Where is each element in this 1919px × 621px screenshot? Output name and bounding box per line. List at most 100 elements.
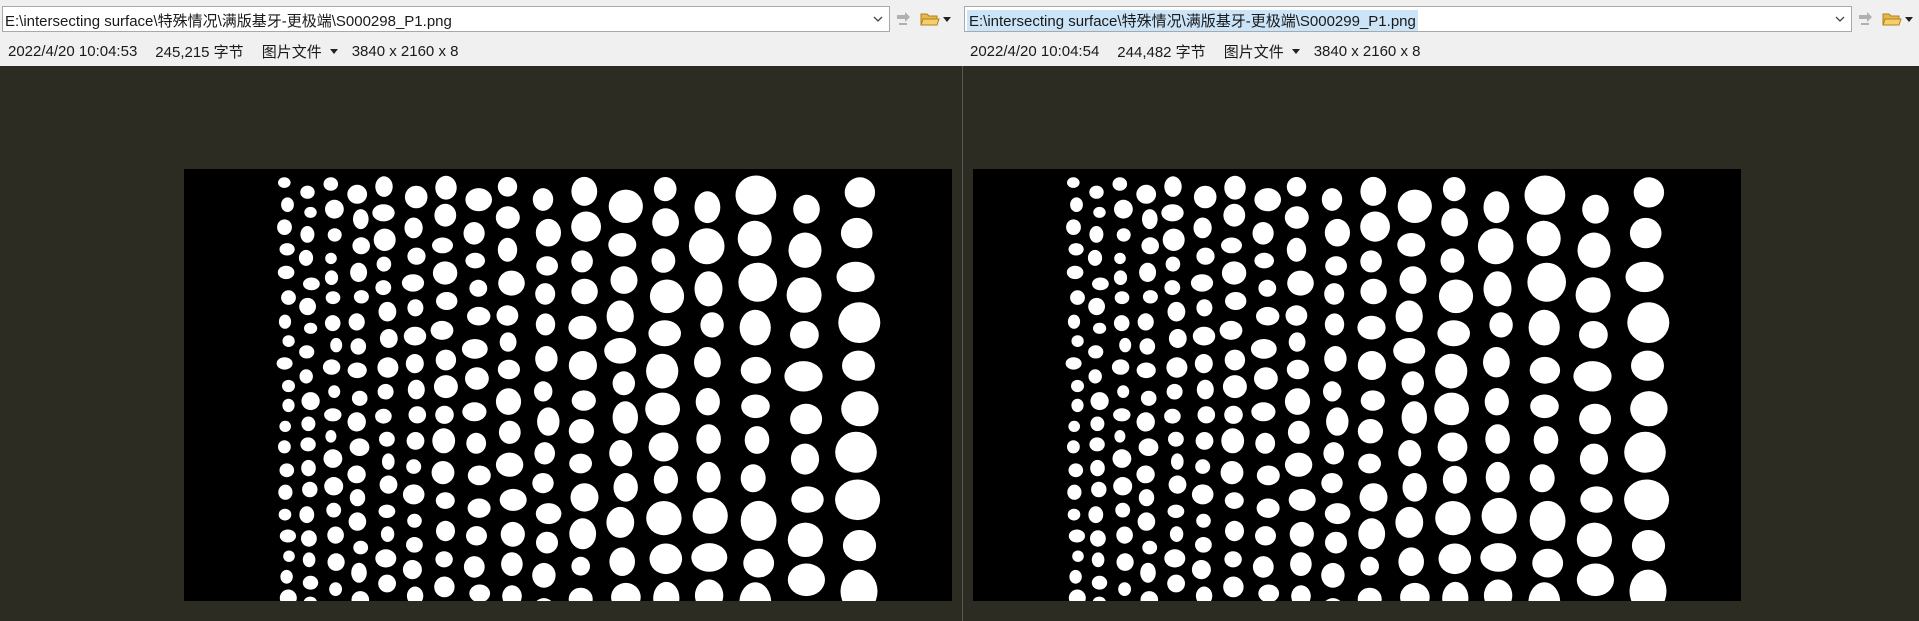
left-path-combobox[interactable]: E:\intersecting surface\特殊情况\满版基牙-更极端\S0…	[2, 6, 890, 32]
swap-icon[interactable]	[892, 8, 916, 30]
image-blob	[1397, 189, 1432, 223]
open-folder-icon[interactable]	[918, 8, 942, 30]
image-blob	[1489, 312, 1513, 338]
image-blob	[402, 484, 425, 505]
caret-down-icon[interactable]	[1902, 8, 1916, 30]
image-blob	[1191, 484, 1214, 505]
left-file-type-dropdown[interactable]: 图片文件	[262, 41, 338, 62]
image-blob	[1164, 280, 1181, 296]
image-blob	[1582, 194, 1609, 224]
image-blob	[1401, 401, 1427, 434]
left-path-text: E:\intersecting surface\特殊情况\满版基牙-更极端\S0…	[5, 13, 452, 30]
image-blob	[347, 412, 366, 432]
image-blob	[1136, 465, 1155, 484]
image-blob	[569, 518, 597, 550]
image-blob	[1114, 252, 1126, 265]
image-blob	[1091, 481, 1107, 498]
image-blob	[1631, 530, 1666, 562]
image-blob	[1067, 440, 1080, 454]
image-blob	[1627, 302, 1670, 343]
image-blob	[1139, 262, 1157, 282]
image-blob	[1197, 406, 1216, 424]
image-blob	[327, 228, 342, 242]
image-blob	[324, 270, 339, 285]
image-blob	[1250, 339, 1277, 359]
left-dimensions: 3840 x 2160 x 8	[351, 42, 459, 60]
image-blob	[401, 274, 425, 292]
image-blob	[403, 326, 427, 346]
image-blob	[432, 237, 453, 254]
image-blob	[1068, 589, 1086, 601]
image-blob	[1196, 247, 1215, 265]
image-blob	[302, 552, 316, 568]
image-blob	[469, 279, 488, 297]
image-blob	[351, 390, 368, 406]
image-blob	[649, 279, 685, 314]
image-blob	[1399, 266, 1427, 294]
right-path-combobox[interactable]: E:\intersecting surface\特殊情况\满版基牙-更极端\S0…	[964, 6, 1852, 32]
image-blob	[277, 265, 295, 280]
image-blob	[379, 431, 395, 447]
open-folder-icon[interactable]	[1880, 8, 1904, 30]
image-blob	[1066, 265, 1084, 280]
image-blob	[1480, 543, 1517, 572]
image-blob	[324, 408, 342, 422]
image-blob	[375, 280, 392, 296]
image-blob	[1437, 320, 1470, 347]
image-blob	[1190, 274, 1214, 292]
image-blob	[1140, 562, 1156, 583]
image-blob	[1579, 443, 1609, 475]
image-blob	[1524, 175, 1566, 215]
image-blob	[1092, 596, 1106, 601]
image-blob	[1195, 459, 1211, 474]
image-blob	[501, 552, 523, 576]
image-blob	[1196, 299, 1213, 317]
image-blob	[1254, 188, 1281, 212]
image-blob	[435, 492, 455, 509]
image-blob	[299, 345, 315, 359]
image-blob	[571, 278, 598, 305]
left-file-type: 图片文件	[261, 43, 322, 61]
image-blob	[1576, 563, 1614, 597]
image-blob	[1630, 391, 1668, 427]
image-blob	[408, 406, 427, 424]
image-blob	[351, 591, 370, 601]
image-blob	[1068, 243, 1084, 256]
image-blob	[304, 322, 318, 334]
image-blob	[1288, 488, 1316, 511]
image-blob	[1221, 237, 1242, 254]
image-blob	[304, 206, 317, 218]
right-path-text: E:\intersecting surface\特殊情况\满版基牙-更极端\S0…	[967, 10, 1418, 31]
image-blob	[1629, 217, 1662, 249]
image-blob	[841, 391, 879, 427]
image-blob	[327, 526, 344, 544]
image-blob	[535, 503, 562, 525]
image-blob	[1483, 347, 1510, 378]
image-blob	[1284, 388, 1311, 415]
image-blob	[497, 177, 518, 197]
caret-down-icon[interactable]	[940, 8, 954, 30]
image-blob	[1114, 291, 1130, 305]
image-blob	[1400, 582, 1430, 601]
image-blob	[300, 226, 315, 243]
image-blob	[1138, 438, 1159, 457]
right-file-type-dropdown[interactable]: 图片文件	[1224, 41, 1300, 62]
image-blob	[1068, 420, 1080, 432]
image-blob	[1258, 279, 1277, 297]
image-blob	[787, 522, 824, 557]
chevron-down-icon[interactable]	[869, 8, 887, 30]
image-blob	[696, 424, 721, 454]
chevron-down-icon[interactable]	[1831, 8, 1849, 30]
image-blob	[569, 453, 592, 474]
image-blob	[842, 530, 877, 562]
image-blob	[467, 306, 491, 326]
right-dimensions: 3840 x 2160 x 8	[1313, 42, 1421, 60]
image-blob	[1291, 585, 1311, 601]
image-blob	[1088, 506, 1104, 524]
image-blob	[787, 563, 826, 597]
image-blob	[606, 300, 634, 333]
image-blob	[1072, 550, 1084, 562]
swap-icon[interactable]	[1854, 8, 1878, 30]
image-blob	[1138, 489, 1155, 507]
image-blob	[1286, 359, 1309, 380]
